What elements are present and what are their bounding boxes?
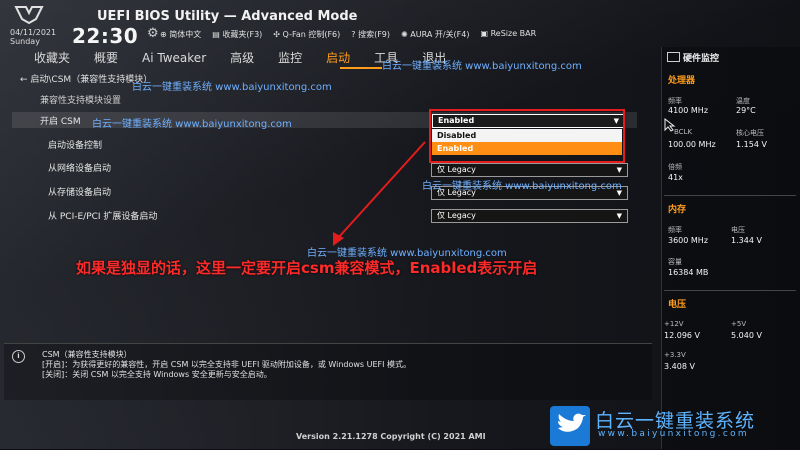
- bios-screen: UEFI BIOS Utility — Advanced Mode 04/11/…: [0, 0, 800, 449]
- bird-logo-icon: [558, 413, 586, 432]
- watermark: 白云一键重装系统 www.baiyunxitong.com: [382, 61, 582, 72]
- bclk-value: 100.00 MHz: [668, 140, 716, 149]
- vcore-label: 核心电压: [736, 129, 764, 137]
- mem-cap-value: 16384 MB: [668, 268, 709, 277]
- watermark: 白云一键重装系统 www.baiyunxitong.com: [307, 248, 507, 259]
- watermark: 白云一键重装系统 www.baiyunxitong.com: [92, 119, 292, 130]
- vcore-value: 1.154 V: [736, 140, 767, 149]
- help-line-disable: [关闭]：关闭 CSM 以完全支持 Windows 安全更新与安全启动。: [42, 370, 272, 379]
- mouse-cursor-icon: [664, 118, 676, 132]
- monitor-icon: [667, 52, 680, 62]
- mem-volt-value: 1.344 V: [731, 236, 762, 245]
- bclk-label: BCLK: [674, 128, 693, 136]
- watermark: 白云一键重装系统 www.baiyunxitong.com: [422, 181, 622, 192]
- mem-freq-label: 频率: [668, 226, 682, 234]
- mem-cap-label: 容量: [668, 258, 682, 266]
- v33-label: +3.3V: [664, 351, 686, 359]
- panel-divider: [664, 195, 796, 196]
- mem-volt-label: 电压: [731, 226, 745, 234]
- v5-label: +5V: [731, 320, 747, 328]
- cpu-freq-value: 4100 MHz: [668, 106, 709, 115]
- memory-section-title: 内存: [668, 205, 687, 215]
- info-icon: i: [12, 350, 25, 363]
- brand-url: www.baiyunxitong.com: [598, 429, 749, 439]
- mem-freq-value: 3600 MHz: [668, 236, 709, 245]
- cpu-section-title: 处理器: [668, 76, 696, 86]
- cpu-temp-value: 29°C: [736, 106, 756, 115]
- ratio-label: 倍频: [668, 163, 682, 171]
- annotation-callout: 如果是独显的话，这里一定要开启csm兼容模式，Enabled表示开启: [76, 259, 538, 277]
- panel-divider: [664, 290, 796, 291]
- voltage-section-title: 电压: [668, 300, 687, 310]
- watermark: 白云一键重装系统 www.baiyunxitong.com: [132, 82, 332, 93]
- ratio-value: 41x: [668, 173, 683, 182]
- brand-logo: [550, 406, 590, 446]
- hw-monitor-title: 硬件监控: [683, 54, 720, 64]
- v33-value: 3.408 V: [664, 362, 695, 371]
- v12-label: +12V: [664, 320, 684, 328]
- cpu-temp-label: 温度: [736, 97, 750, 105]
- footer-version: Version 2.21.1278 Copyright (C) 2021 AMI: [296, 432, 486, 441]
- v5-value: 5.040 V: [731, 331, 762, 340]
- cpu-freq-label: 频率: [668, 97, 682, 105]
- v12-value: 12.096 V: [664, 331, 701, 340]
